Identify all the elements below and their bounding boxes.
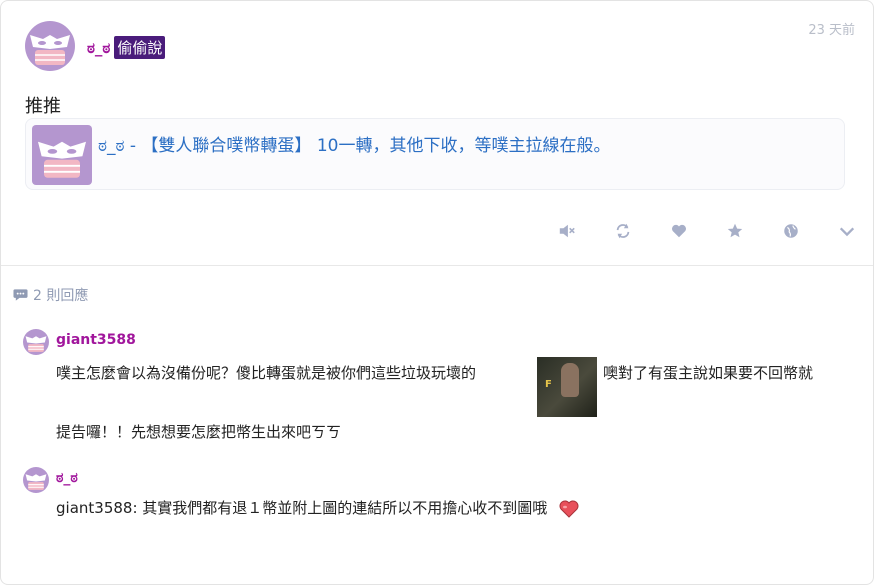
response-text-before-image: 噗主怎麼會以為沒備份呢？傻比轉蛋就是被你們這些垃圾玩壞的 — [56, 364, 477, 382]
replurk-icon — [616, 223, 630, 239]
response-text-line1: 噗主怎麼會以為沒備份呢？傻比轉蛋就是被你們這些垃圾玩壞的 — [56, 362, 476, 383]
response-text: giant3588: 其實我們都有退１幣並附上圖的連結所以不用擔心收不到圖哦 — [56, 497, 580, 519]
mask-avatar-icon — [25, 21, 75, 71]
more-button[interactable] — [819, 220, 875, 242]
avatar[interactable] — [25, 21, 75, 71]
response-text-content: giant3588: 其實我們都有退１幣並附上圖的連結所以不用擔心收不到圖哦 — [56, 499, 548, 517]
mute-button[interactable] — [539, 220, 595, 242]
heart-icon — [671, 224, 687, 238]
action-bar — [539, 220, 875, 242]
mask-avatar-icon — [23, 329, 49, 355]
response-count[interactable]: 2 則回應 — [13, 285, 88, 305]
heart-emoticon-icon — [559, 500, 579, 518]
response-item: giant3588 噗主怎麼會以為沒備份呢？傻比轉蛋就是被你們這些垃圾玩壞的 F… — [23, 329, 853, 449]
mask-avatar-icon — [23, 467, 49, 493]
response-image[interactable]: F — [537, 357, 597, 417]
mute-icon — [559, 224, 575, 238]
qualifier-badge: 偷偷說 — [114, 36, 166, 59]
response-avatar[interactable] — [23, 467, 49, 493]
mask-avatar-icon — [32, 125, 92, 185]
speech-bubble-icon — [13, 289, 28, 301]
plurk-card: ಠ_ಠ 偷偷說 23 天前 推推 ಠ_ಠ - 【雙人聯合噗幣轉蛋】 10一轉，其… — [0, 0, 874, 585]
post-timestamp[interactable]: 23 天前 — [808, 19, 855, 38]
image-letter: F — [545, 379, 552, 390]
post-content: 推推 — [25, 96, 61, 117]
quoted-plurk-card[interactable]: ಠ_ಠ - 【雙人聯合噗幣轉蛋】 10一轉，其他下收，等噗主拉線在般。 — [25, 118, 845, 190]
like-button[interactable] — [651, 220, 707, 242]
replurk-button[interactable] — [595, 220, 651, 242]
author-name[interactable]: ಠ_ಠ — [87, 39, 110, 57]
favorite-button[interactable] — [707, 220, 763, 242]
response-author[interactable]: ಠ_ಠ — [56, 470, 78, 486]
response-avatar[interactable] — [23, 329, 49, 355]
response-count-label: 2 則回應 — [33, 288, 89, 304]
chevron-down-icon — [839, 227, 855, 237]
quote-link[interactable]: ಠ_ಠ - 【雙人聯合噗幣轉蛋】 10一轉，其他下收，等噗主拉線在般。 — [98, 131, 610, 156]
divider — [1, 265, 873, 266]
post-author: ಠ_ಠ 偷偷說 — [87, 36, 166, 59]
star-icon — [727, 223, 743, 238]
share-button[interactable] — [763, 220, 819, 242]
response-text-after-image: 噢對了有蛋主說如果要不回幣就 — [603, 364, 814, 382]
globe-icon — [784, 224, 798, 238]
response-item: ಠ_ಠ giant3588: 其實我們都有退１幣並附上圖的連結所以不用擔心收不到… — [23, 467, 853, 527]
quote-avatar — [32, 125, 92, 185]
response-text-line2: 提告囉！！先想想要怎麼把幣生出來吧ㄎㄎ — [56, 423, 342, 441]
response-author[interactable]: giant3588 — [56, 332, 136, 348]
hand-shape — [561, 363, 579, 397]
